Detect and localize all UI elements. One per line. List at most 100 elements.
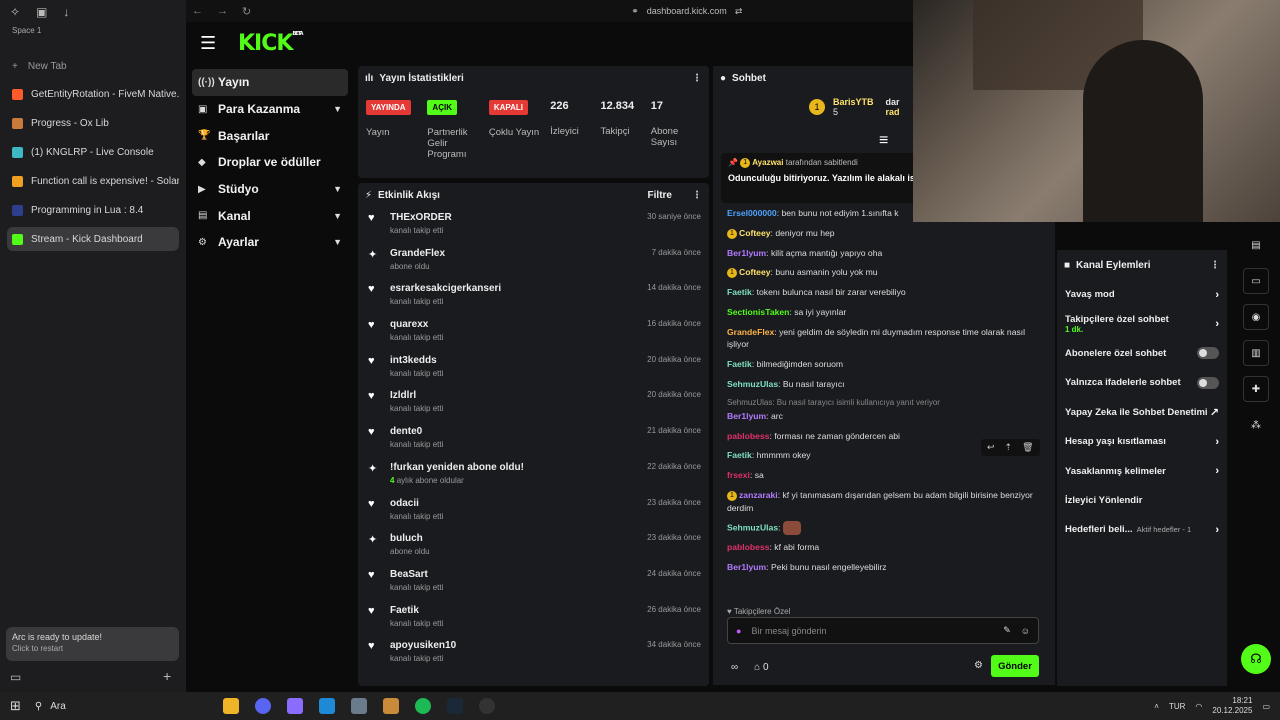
chat-username[interactable]: GrandeFlex [727,327,774,337]
feed-item[interactable]: ♥ Izldlrl kanalı takip etti 20 dakika önce [358,385,709,421]
menu-item[interactable]: ⚙ Ayarlar ▼ [192,229,348,256]
translate-icon[interactable]: ✎ [1003,625,1011,636]
browser-tab[interactable]: Function call is expensive! - Solar... [7,169,179,193]
broadcast-icon[interactable]: ◉ [1243,304,1269,330]
windows-start-icon[interactable]: ⊞ [10,698,21,714]
support-button[interactable]: ☊ [1241,644,1271,674]
menu-item[interactable]: 🏆 Başarılar [192,122,348,149]
feed-item[interactable]: ♥ Faetik kanalı takip etti 26 dakika önce [358,600,709,636]
chat-username[interactable]: Ersel000000 [727,208,777,218]
feed-item[interactable]: ♥ BeaSart kanalı takip etti 24 dakika önce [358,564,709,600]
channel-action[interactable]: Yapay Zeka ile Sohbet Denetimi ↗ [1057,398,1227,427]
chat-username[interactable]: Ber1lyum [727,248,766,258]
url-text[interactable]: dashboard.kick.com [647,6,727,16]
browser-tab[interactable]: Progress - Ox Lib [7,111,179,135]
reply-icon[interactable]: ↩ [987,442,995,453]
toggle-switch[interactable] [1197,376,1219,389]
more-icon[interactable]: ⋮ [692,73,702,84]
chat-username[interactable]: Ber1lyum [727,562,766,572]
chat-username[interactable]: SehmuzUlas [727,379,778,389]
points-icon[interactable]: ∞ [731,662,738,673]
chat-username[interactable]: pablobess [727,542,770,552]
feed-item[interactable]: ♥ odacii kanalı takip etti 23 dakika önce [358,493,709,529]
chat-username[interactable]: Faetik [727,287,752,297]
feed-item[interactable]: ✦ !furkan yeniden abone oldu! 4 aylık abon… [358,457,709,493]
wrench-icon[interactable]: ✚ [1243,376,1269,402]
add-icon[interactable]: + [163,668,171,684]
notification-icon[interactable]: ▭ [1262,702,1270,711]
chat-message[interactable]: GrandeFlex: yeni geldim de söyledin mi d… [713,326,1055,358]
archive-app-icon[interactable] [382,698,399,714]
chat-message[interactable]: SehmuzUlas: [713,521,1055,541]
menu-item[interactable]: ▣ Para Kazanma ▼ [192,96,348,123]
channel-action[interactable]: Hesap yaşı kısıtlaması › [1057,427,1227,456]
channel-action[interactable]: Yavaş mod › [1057,280,1227,309]
channel-action[interactable]: Takipçilere özel sohbet 1 dk. › [1057,309,1227,338]
chat-message[interactable]: Faetik: bilmediğimden soruom [713,358,1055,378]
channel-action[interactable]: İzleyici Yönlendir [1057,486,1227,515]
download-icon[interactable]: ↓ [63,5,69,19]
hamburger-icon[interactable]: ☰ [200,33,226,54]
pin-icon[interactable]: 📌 [728,158,738,167]
app-icon[interactable] [350,698,367,714]
chat-username[interactable]: Ber1lyum [727,411,766,421]
pin-message-icon[interactable]: ⇡ [1005,442,1013,453]
vscode-icon[interactable] [318,698,335,714]
chat-message[interactable]: Ber1lyum: arc [713,410,1055,430]
chat-username[interactable]: Cofteey [739,267,771,277]
browser-tab[interactable]: Programming in Lua : 8.4 [7,198,179,222]
store-icon[interactable]: ⌂ 0 [754,662,768,673]
chat-message[interactable]: frsexi: sa [713,469,1055,489]
chat-input[interactable]: ● Bir mesaj gönderin ✎ ☺ [727,617,1039,644]
feed-item[interactable]: ✦ buluch abone oldu 23 dakika önce [358,528,709,564]
send-button[interactable]: Gönder [991,655,1039,677]
chat-message[interactable]: Ber1lyum: Peki bunu nasıl engelleyebilir… [713,561,1055,581]
arc-icon[interactable] [286,698,303,714]
connections-icon[interactable]: ⁂ [1243,412,1269,438]
forward-icon[interactable]: → [217,5,228,18]
feed-item[interactable]: ♥ int3kedds kanalı takip etti 20 dakika önc… [358,350,709,386]
filter-button[interactable]: Filtre [648,190,672,201]
channel-action[interactable]: Yalnızca ifadelerle sohbet [1057,368,1227,397]
back-icon[interactable]: ← [192,5,203,18]
kick-logo[interactable]: KICKBETA [238,31,304,56]
chat-message[interactable]: pablobess: kf abi forma [713,541,1055,561]
feed-item[interactable]: ♥ quarexx kanalı takip etti 16 dakika önce [358,314,709,350]
chat-username[interactable]: pablobess [727,431,770,441]
chat-username[interactable]: zanzaraki [739,490,778,500]
more-icon[interactable]: ⋮ [1210,260,1220,271]
menu-item[interactable]: ((·)) Yayın [192,69,348,96]
feed-item[interactable]: ♥ esrarkesakcigerkanseri kanalı takip etti… [358,278,709,314]
browser-tab[interactable]: GetEntityRotation - FiveM Native... [7,82,179,106]
chat-username[interactable]: frsexi [727,470,750,480]
chat-settings-icon[interactable]: ⚙ [974,660,983,671]
discord-icon[interactable] [254,698,271,714]
channel-action[interactable]: Yasaklanmış kelimeler › [1057,456,1227,485]
lang-indicator[interactable]: TUR [1169,702,1185,711]
chat-message[interactable]: Faetik: tokenı bulunca nasıl bir zarar v… [713,286,1055,306]
channel-action[interactable]: Hedefleri beli... Aktif hedefler - 1 › [1057,515,1227,544]
emoji-icon[interactable]: ☺ [1021,626,1030,636]
chat-icon[interactable]: ▭ [1243,268,1269,294]
chevron-up-icon[interactable]: ˄ [1154,702,1159,711]
taskbar-search[interactable]: ⚲ Ara [35,701,215,712]
more-icon[interactable]: ⋮ [692,190,702,201]
browser-tab[interactable]: Stream - Kick Dashboard [7,227,179,251]
chat-username[interactable]: Cofteey [739,228,771,238]
mic-icon[interactable]: ● [736,626,741,636]
obs-icon[interactable] [478,698,495,714]
feed-item[interactable]: ♥ dente0 kanalı takip etti 21 dakika önce [358,421,709,457]
menu-item[interactable]: ▶ Stüdyo ▼ [192,176,348,203]
browser-tab[interactable]: (1) KNGLRP - Live Console [7,140,179,164]
document-icon[interactable]: ▤ [1243,232,1269,258]
arc-menu-icon[interactable]: ✧ [10,5,20,19]
chat-message[interactable]: 1 Cofteey: bunu asmanin yolu yok mu [713,266,1055,286]
clock[interactable]: 18:21 20.12.2025 [1212,696,1252,716]
chat-message[interactable]: Ber1lyum: kilit açma mantığı yapıyo oha [713,247,1055,267]
update-banner[interactable]: Arc is ready to update! Click to restart [6,627,179,661]
reload-icon[interactable]: ↻ [242,5,251,18]
feed-item[interactable]: ♥ THExORDER kanalı takip etti 30 saniye önc… [358,207,709,243]
new-tab-button[interactable]: + New Tab [0,55,186,77]
channel-action[interactable]: Abonelere özel sohbet [1057,339,1227,368]
delete-icon[interactable]: 🗑 [1022,442,1033,453]
